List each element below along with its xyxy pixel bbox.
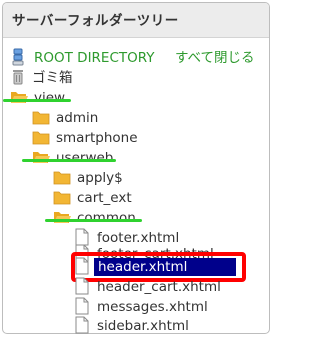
tree-item-label: apply$: [77, 170, 123, 186]
tree-item-label: userweb: [56, 150, 114, 166]
trash-label[interactable]: ゴミ箱: [32, 68, 73, 88]
annotation-underline: [22, 159, 116, 162]
panel-title: サーバーフォルダーツリー: [3, 3, 269, 38]
folder-icon: [53, 168, 71, 186]
tree-item-label: cart_ext: [77, 190, 132, 206]
tree-item-label: messages.xhtml: [97, 299, 208, 315]
trash-icon: [10, 68, 26, 86]
collapse-all-link[interactable]: すべて閉じる: [175, 48, 255, 68]
file-icon: [74, 297, 90, 315]
server-icon: [10, 48, 26, 66]
file-icon: [74, 277, 90, 295]
tree-item-label: smartphone: [56, 130, 138, 146]
folder-open-icon: [32, 148, 50, 166]
tree-item-label: header_cart.xhtml: [97, 279, 221, 295]
tree-root-row[interactable]: ROOT DIRECTORY すべて閉じる: [10, 48, 260, 68]
tree-item-label: sidebar.xhtml: [97, 318, 189, 334]
folder-icon: [32, 108, 50, 126]
folder-icon: [32, 128, 50, 146]
annotation-underline: [45, 219, 142, 222]
folder-open-icon: [10, 88, 28, 106]
tree-item-label: view: [34, 90, 66, 106]
file-icon: [74, 316, 90, 334]
folder-open-icon: [53, 208, 71, 226]
tree-item-label: common: [77, 210, 136, 226]
folder-icon: [53, 188, 71, 206]
root-directory-label[interactable]: ROOT DIRECTORY: [34, 48, 155, 68]
annotation-underline: [3, 99, 71, 102]
tree-item-label: admin: [56, 110, 99, 126]
